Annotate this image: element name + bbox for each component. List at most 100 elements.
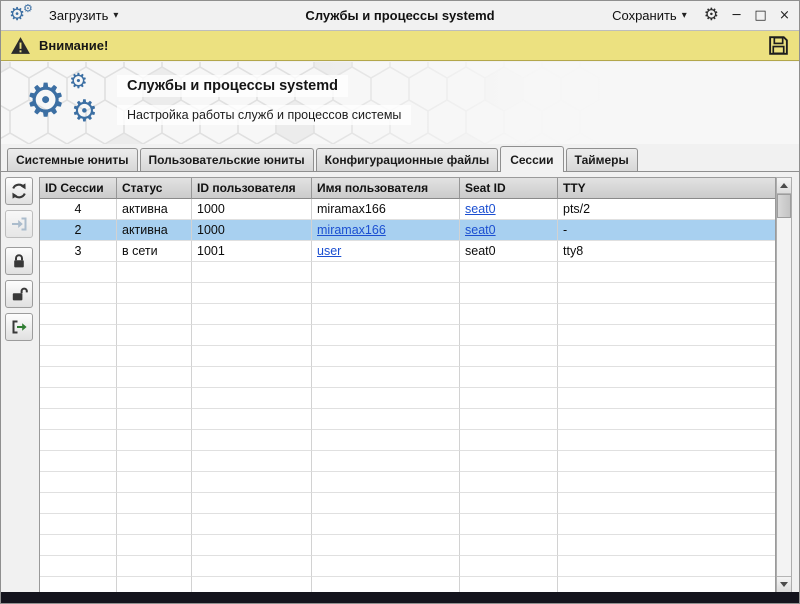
maximize-button[interactable]: □	[754, 9, 767, 22]
refresh-button[interactable]	[5, 177, 33, 205]
cell-username: miramax166	[312, 220, 460, 241]
gear-icon: ⚙	[23, 3, 33, 14]
chevron-down-icon: ▾	[113, 10, 118, 21]
cell-empty	[460, 556, 558, 577]
cell-empty	[40, 262, 117, 283]
header-banner: ⚙ ⚙ ⚙ Службы и процессы systemd Настройк…	[1, 62, 799, 144]
cell-empty	[460, 262, 558, 283]
logout-icon	[10, 318, 28, 336]
cell-empty	[40, 346, 117, 367]
cell-empty	[312, 409, 460, 430]
save-menu-button[interactable]: Сохранить ▾	[606, 4, 693, 27]
username-link[interactable]: miramax166	[317, 223, 386, 237]
table-row-empty	[40, 451, 775, 472]
cell-empty	[40, 514, 117, 535]
tab-timers[interactable]: Таймеры	[566, 148, 638, 171]
warning-icon	[10, 36, 31, 55]
username-link[interactable]: user	[317, 244, 341, 258]
gear-icon: ⚙	[71, 97, 98, 127]
cell-empty	[40, 283, 117, 304]
cell-empty	[192, 367, 312, 388]
cell-empty	[460, 514, 558, 535]
cell-empty	[312, 577, 460, 593]
cell-empty	[117, 514, 192, 535]
cell-empty	[312, 472, 460, 493]
cell-empty	[117, 577, 192, 593]
table-row-empty	[40, 514, 775, 535]
scrollbar-thumb[interactable]	[777, 194, 791, 218]
terminate-session-button[interactable]	[5, 313, 33, 341]
column-header[interactable]: TTY	[558, 178, 775, 199]
tab-sessions[interactable]: Сессии	[500, 146, 563, 172]
cell-empty	[312, 514, 460, 535]
cell-empty	[312, 535, 460, 556]
cell-empty	[40, 472, 117, 493]
cell-empty	[558, 493, 775, 514]
settings-gear-icon[interactable]: ⚙	[704, 7, 719, 24]
tab-system-units[interactable]: Системные юниты	[7, 148, 138, 171]
save-file-button[interactable]	[767, 34, 790, 57]
cell-seat-id: seat0	[460, 241, 558, 262]
scroll-up-button[interactable]	[777, 178, 791, 194]
seat-id-link[interactable]: seat0	[465, 202, 496, 216]
column-header[interactable]: ID пользователя	[192, 178, 312, 199]
table-row-empty	[40, 304, 775, 325]
seat-id-link[interactable]: seat0	[465, 223, 496, 237]
cell-user-id: 1001	[192, 241, 312, 262]
column-header[interactable]: Имя пользователя	[312, 178, 460, 199]
sessions-grid: ID СессииСтатусID пользователяИмя пользо…	[39, 177, 776, 593]
cell-empty	[460, 577, 558, 593]
app-gears-icon: ⚙ ⚙	[9, 3, 35, 29]
page-subtitle: Настройка работы служб и процессов систе…	[117, 105, 411, 125]
table-row[interactable]: 4активна1000miramax166seat0pts/2	[40, 199, 775, 220]
lock-open-icon	[10, 285, 28, 303]
cell-username: user	[312, 241, 460, 262]
cell-user-id: 1000	[192, 199, 312, 220]
cell-empty	[117, 346, 192, 367]
cell-empty	[40, 304, 117, 325]
cell-empty	[460, 325, 558, 346]
cell-empty	[312, 493, 460, 514]
column-header[interactable]: ID Сессии	[40, 178, 117, 199]
cell-empty	[558, 325, 775, 346]
page-title: Службы и процессы systemd	[117, 75, 348, 97]
cell-empty	[312, 388, 460, 409]
cell-empty	[558, 388, 775, 409]
activate-session-button[interactable]	[5, 210, 33, 238]
column-header[interactable]: Статус	[117, 178, 192, 199]
main-area: ID СессииСтатусID пользователяИмя пользо…	[1, 172, 799, 594]
column-header[interactable]: Seat ID	[460, 178, 558, 199]
save-menu-label: Сохранить	[612, 8, 677, 23]
cell-empty	[40, 430, 117, 451]
table-body: 4активна1000miramax166seat0pts/22активна…	[40, 199, 775, 593]
cell-empty	[40, 556, 117, 577]
cell-empty	[192, 556, 312, 577]
bottom-strip	[1, 592, 799, 603]
cell-empty	[117, 325, 192, 346]
vertical-scrollbar[interactable]	[776, 177, 792, 593]
table-row-empty	[40, 283, 775, 304]
tab-user-units[interactable]: Пользовательские юниты	[140, 148, 314, 171]
cell-session-id: 2	[40, 220, 117, 241]
lock-session-button[interactable]	[5, 247, 33, 275]
table-row-empty	[40, 409, 775, 430]
table-row[interactable]: 3в сети1001userseat0tty8	[40, 241, 775, 262]
cell-empty	[312, 556, 460, 577]
cell-empty	[312, 346, 460, 367]
minimize-button[interactable]: ─	[730, 9, 743, 22]
cell-tty: -	[558, 220, 775, 241]
close-button[interactable]: ×	[778, 9, 791, 22]
session-toolbar	[5, 177, 35, 346]
cell-seat-id: seat0	[460, 199, 558, 220]
cell-tty: tty8	[558, 241, 775, 262]
cell-empty	[117, 472, 192, 493]
scroll-down-button[interactable]	[777, 576, 791, 592]
table-row[interactable]: 2активна1000miramax166seat0-	[40, 220, 775, 241]
cell-empty	[117, 556, 192, 577]
cell-empty	[558, 346, 775, 367]
cell-tty: pts/2	[558, 199, 775, 220]
load-menu-button[interactable]: Загрузить ▾	[43, 4, 124, 27]
tab-config-files[interactable]: Конфигурационные файлы	[316, 148, 499, 171]
unlock-session-button[interactable]	[5, 280, 33, 308]
cell-empty	[558, 514, 775, 535]
